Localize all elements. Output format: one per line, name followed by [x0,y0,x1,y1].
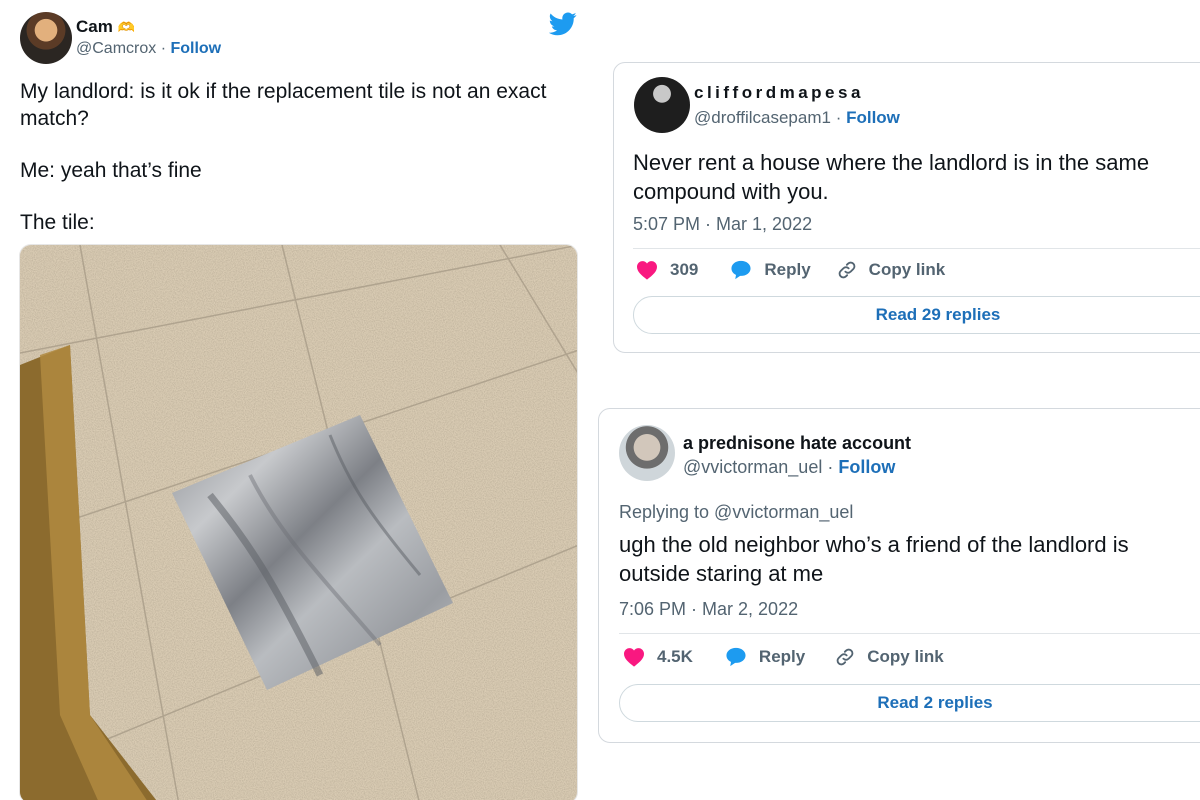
divider [619,633,1200,634]
link-icon [836,648,854,666]
avatar[interactable] [20,12,72,64]
follow-link[interactable]: Follow [170,40,221,57]
like-button[interactable]: 4.5K [623,647,693,667]
handle-line: @Camcrox · Follow [76,40,222,57]
handle-line: @droffilcasepam1 · Follow [694,108,900,127]
twitter-bird-icon[interactable] [549,12,577,36]
tweet-text: My landlord: is it ok if the replacement… [20,80,547,234]
heart-icon [637,261,657,280]
timestamp[interactable]: 5:07 PM · Mar 1, 2022 [633,214,812,235]
read-replies-button[interactable]: Read 29 replies [633,296,1200,334]
author-name[interactable]: Cam 🫶 [76,17,135,37]
tweet-text: ugh the old neighbor who’s a friend of t… [619,532,1129,586]
author-handle[interactable]: @droffilcasepam1 [694,108,831,127]
floor-tile-photo [20,245,577,800]
tweet-cliffordmapesa: cliffordmapesa @droffilcasepam1 · Follow… [613,62,1200,353]
like-count: 4.5K [657,647,693,666]
read-replies-button[interactable]: Read 2 replies [619,684,1200,722]
heart-icon [624,648,644,667]
author-handle[interactable]: @Camcrox [76,40,156,57]
handle-line: @vvictorman_uel · Follow [683,457,896,477]
timestamp[interactable]: 7:06 PM · Mar 2, 2022 [619,599,798,620]
copy-link-button[interactable]: Copy link [837,260,945,280]
tweet-cam: Cam 🫶 @Camcrox · Follow My landlord: is … [0,0,598,800]
reply-bubble-icon [731,260,751,280]
heart-hands-emoji: 🫶 [117,19,136,35]
avatar[interactable] [634,77,690,133]
action-row: 4.5K Reply Copy link [623,647,944,667]
avatar[interactable] [619,425,675,481]
like-count: 309 [670,260,699,279]
tweet-prednisone-hate-account: a prednisone hate account @vvictorman_ue… [598,408,1200,743]
follow-link[interactable]: Follow [846,108,900,127]
like-button[interactable]: 309 [636,260,698,280]
author-name[interactable]: a prednisone hate account [683,433,911,454]
reply-button[interactable]: Reply [725,647,805,667]
divider [633,248,1200,249]
replying-to[interactable]: Replying to @vvictorman_uel [619,502,853,523]
tweet-text: Never rent a house where the landlord is… [633,150,1150,204]
action-row: 309 Reply Copy link [636,260,945,280]
author-handle[interactable]: @vvictorman_uel [683,457,822,477]
author-name[interactable]: cliffordmapesa [694,83,864,103]
reply-button[interactable]: Reply [730,260,811,280]
link-icon [838,261,856,279]
follow-link[interactable]: Follow [838,457,895,477]
reply-bubble-icon [726,647,746,667]
tweet-photo[interactable] [19,244,578,800]
copy-link-button[interactable]: Copy link [835,647,944,667]
